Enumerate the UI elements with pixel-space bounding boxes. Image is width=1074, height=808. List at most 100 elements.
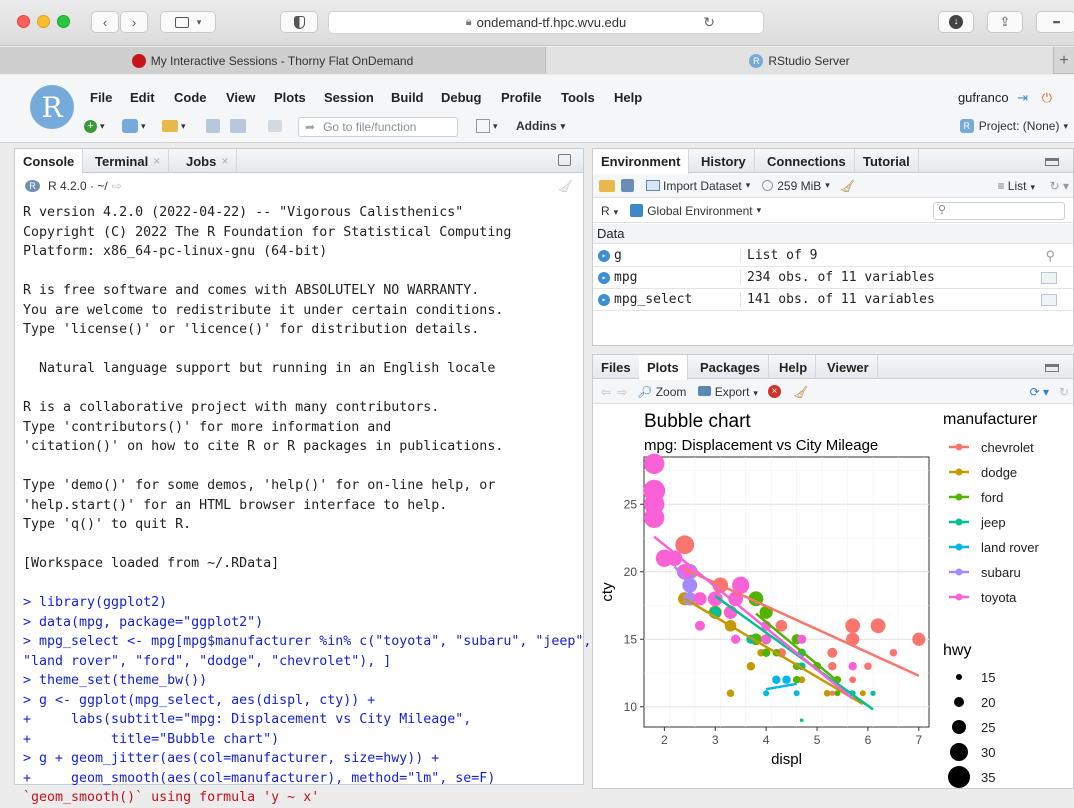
- menu-tools[interactable]: Tools: [561, 90, 595, 105]
- print-button[interactable]: [268, 117, 282, 135]
- console-line: Copyright (C) 2022 The R Foundation for …: [23, 224, 512, 240]
- export-label: Export: [714, 384, 750, 399]
- go-to-directory-icon[interactable]: ⇨: [112, 179, 122, 193]
- search-icon[interactable]: ⚲: [1045, 248, 1055, 264]
- expand-icon[interactable]: ▸: [598, 271, 610, 284]
- menu-build[interactable]: Build: [391, 90, 424, 105]
- forward-button[interactable]: ›: [120, 11, 148, 33]
- browser-tab-rstudio[interactable]: R RStudio Server: [546, 47, 1054, 74]
- tab-history[interactable]: History: [693, 149, 755, 173]
- minimize-pane-icon[interactable]: [1045, 158, 1059, 166]
- close-icon[interactable]: ×: [153, 154, 160, 168]
- downloads-button[interactable]: ↓: [938, 11, 974, 33]
- environment-tabs: Environment History Connections Tutorial: [593, 149, 1073, 174]
- environment-row[interactable]: ▸ mpg 234 obs. of 11 variables: [593, 267, 1073, 289]
- zoom-window-button[interactable]: [57, 15, 70, 28]
- new-file-button[interactable]: + ▾: [84, 117, 105, 135]
- tab-label: Jobs: [186, 153, 217, 169]
- minimize-pane-icon[interactable]: [1045, 364, 1059, 372]
- browser-tab-ondemand[interactable]: My Interactive Sessions - Thorny Flat On…: [0, 47, 546, 74]
- data-point: [864, 662, 872, 671]
- tab-tutorial[interactable]: Tutorial: [855, 149, 919, 173]
- close-window-button[interactable]: [17, 15, 30, 28]
- minimize-window-button[interactable]: [37, 15, 50, 28]
- open-file-button[interactable]: ▾: [162, 117, 186, 135]
- new-tab-button[interactable]: +: [1054, 47, 1074, 74]
- legend-key: [955, 493, 963, 501]
- remove-plot-icon[interactable]: ×: [767, 385, 781, 398]
- next-plot-icon[interactable]: ⇨: [617, 385, 627, 399]
- user-menu[interactable]: gufranco ⇥ ⏻: [958, 90, 1052, 106]
- sign-out-icon[interactable]: ⇥: [1017, 90, 1028, 105]
- menu-view[interactable]: View: [226, 90, 255, 105]
- menu-profile[interactable]: Profile: [501, 90, 541, 105]
- close-icon[interactable]: ×: [221, 154, 228, 168]
- power-icon[interactable]: ⏻: [1042, 90, 1052, 105]
- menu-debug[interactable]: Debug: [441, 90, 481, 105]
- share-button[interactable]: ⇪: [987, 11, 1023, 33]
- console-line: Type 'contributors()' for more informati…: [23, 419, 392, 435]
- address-bar[interactable]: 🔒︎ ondemand-tf.hpc.wvu.edu ↻: [328, 11, 764, 34]
- broom-icon[interactable]: 🧹︎: [793, 385, 808, 399]
- expand-icon[interactable]: ▸: [598, 249, 610, 262]
- publish-icon[interactable]: ⟳ ▾: [1030, 385, 1049, 399]
- tab-viewer[interactable]: Viewer: [819, 355, 878, 379]
- r-version-label: R 4.2.0 · ~/: [48, 179, 108, 193]
- legend-key: [955, 568, 963, 576]
- menu-plots[interactable]: Plots: [274, 90, 306, 105]
- export-menu[interactable]: Export ▾: [698, 385, 758, 399]
- view-table-icon[interactable]: [1041, 271, 1057, 284]
- new-project-button[interactable]: ▾: [122, 117, 146, 135]
- refresh-icon[interactable]: ↻: [1059, 385, 1069, 399]
- menu-edit[interactable]: Edit: [130, 90, 155, 105]
- console-line: + title="Bubble chart"): [23, 731, 280, 747]
- tab-plots[interactable]: Plots: [639, 355, 688, 380]
- back-button[interactable]: ‹: [91, 11, 119, 33]
- import-dataset-button[interactable]: Import Dataset ▾: [646, 179, 750, 193]
- memory-usage[interactable]: 259 MiB ▾: [762, 179, 830, 193]
- view-table-icon[interactable]: [1041, 293, 1057, 306]
- menu-session[interactable]: Session: [324, 90, 374, 105]
- previous-plot-icon[interactable]: ⇦: [601, 385, 611, 399]
- maximize-pane-icon[interactable]: [558, 154, 571, 166]
- tab-files[interactable]: Files: [593, 355, 640, 379]
- expand-icon[interactable]: ▸: [598, 293, 610, 306]
- tab-packages[interactable]: Packages: [692, 355, 769, 379]
- data-point: [797, 634, 807, 644]
- tab-overview-button[interactable]: ▪▪▪: [1036, 11, 1074, 33]
- environment-row[interactable]: ▸ g List of 9 ⚲: [593, 245, 1073, 267]
- broom-icon[interactable]: 🧹︎: [840, 179, 855, 193]
- tab-terminal[interactable]: Terminal ×: [87, 149, 170, 173]
- view-mode-menu[interactable]: ≡ List ▾: [997, 179, 1035, 193]
- menu-file[interactable]: File: [90, 90, 112, 105]
- tab-jobs[interactable]: Jobs ×: [178, 149, 238, 173]
- reload-icon[interactable]: ↻: [703, 14, 715, 31]
- goto-file-input[interactable]: ➦ Go to file/function: [298, 117, 458, 137]
- environment-search-input[interactable]: ⚲: [933, 201, 1065, 220]
- menu-help[interactable]: Help: [614, 90, 642, 105]
- console-line: > theme_set(theme_bw()): [23, 673, 208, 688]
- privacy-report-button[interactable]: [280, 11, 318, 33]
- menu-code[interactable]: Code: [174, 90, 207, 105]
- global-environment-menu[interactable]: Global Environment ▾: [630, 204, 761, 218]
- project-menu[interactable]: R Project: (None) ▾: [959, 117, 1068, 135]
- save-icon[interactable]: [621, 179, 634, 192]
- addins-menu[interactable]: Addins ▾: [516, 117, 565, 135]
- tab-help[interactable]: Help: [771, 355, 817, 379]
- legend-size-label: 30: [981, 745, 995, 760]
- console-output[interactable]: R version 4.2.0 (2022-04-22) -- "Vigorou…: [23, 203, 593, 808]
- save-button[interactable]: [206, 117, 220, 135]
- tab-connections[interactable]: Connections: [759, 149, 855, 173]
- clear-console-icon[interactable]: 🧹︎: [558, 179, 573, 193]
- tab-console[interactable]: Console: [15, 149, 84, 174]
- language-menu[interactable]: R ▾: [601, 204, 618, 218]
- environment-row[interactable]: ▸ mpg_select 141 obs. of 11 variables: [593, 289, 1073, 311]
- save-all-button[interactable]: [230, 117, 246, 135]
- sidebar-button[interactable]: ▾: [160, 11, 216, 33]
- zoom-button[interactable]: 🔎︎ Zoom: [637, 385, 686, 399]
- folder-open-icon[interactable]: [599, 179, 615, 192]
- grid-layout-button[interactable]: ▾: [476, 117, 498, 135]
- data-point: [859, 690, 866, 697]
- refresh-icon[interactable]: ↻ ▾: [1050, 179, 1069, 193]
- tab-environment[interactable]: Environment: [593, 149, 690, 174]
